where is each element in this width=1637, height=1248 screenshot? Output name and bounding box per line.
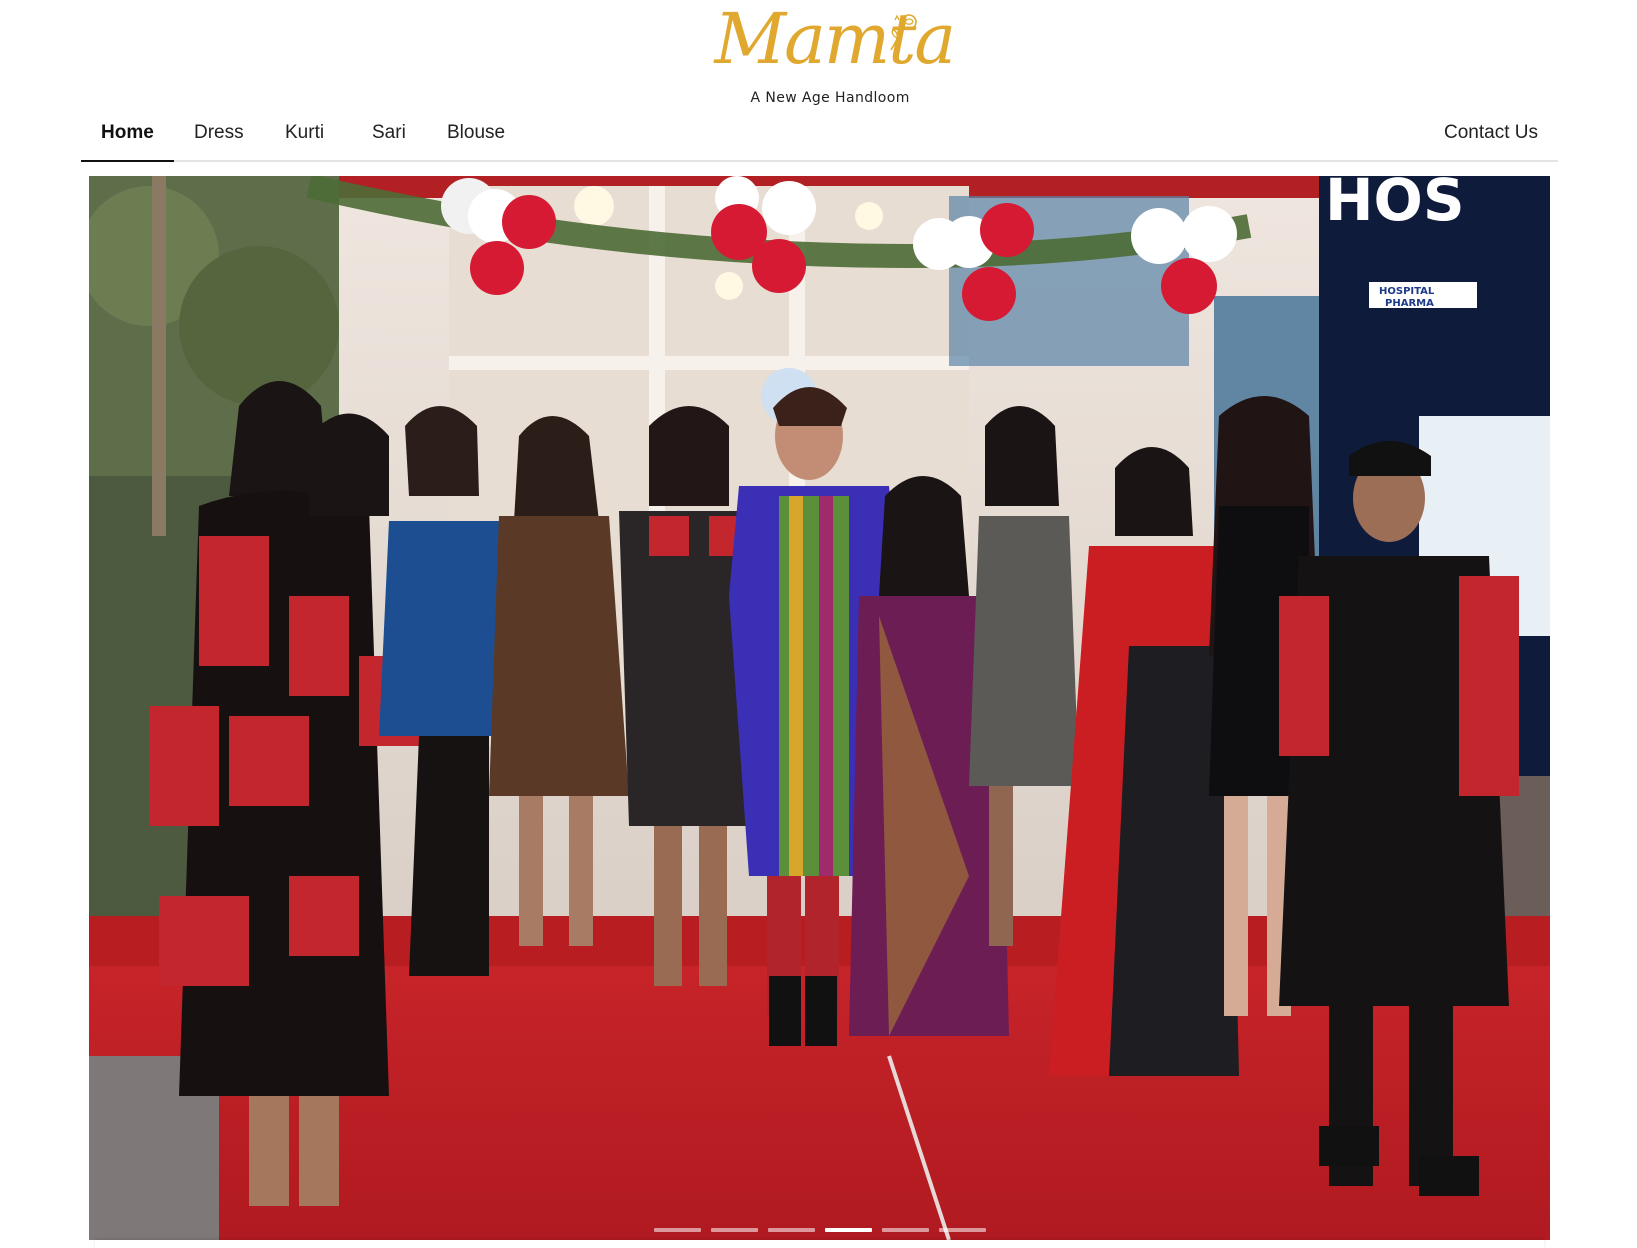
nav-item-dress[interactable]: Dress	[194, 116, 244, 160]
carousel-dot-3[interactable]	[767, 1228, 815, 1232]
carousel-dot-6[interactable]	[938, 1228, 986, 1232]
carousel-dot-2[interactable]	[710, 1228, 758, 1232]
hero-carousel[interactable]: HOS HOSPITAL PHARMA	[89, 176, 1550, 1240]
carousel-dot-4[interactable]	[824, 1228, 872, 1232]
sign-pharma: PHARMA	[1385, 298, 1434, 309]
active-tab-indicator	[81, 160, 174, 162]
brand-logo[interactable]: Mamta A New Age Handloom	[709, 4, 957, 110]
logo-tagline: A New Age Handloom	[750, 90, 910, 106]
page: Mamta A New Age Handloom Home Dress Kurt…	[0, 0, 1637, 1248]
nav-item-sari[interactable]: Sari	[372, 116, 406, 160]
nav-item-kurti[interactable]: Kurti	[285, 116, 324, 160]
rose-icon	[889, 14, 917, 51]
carousel-dot-5[interactable]	[881, 1228, 929, 1232]
header: Mamta A New Age Handloom	[0, 4, 1637, 110]
main-nav: Home Dress Kurti Sari Blouse Contact Us	[81, 116, 1558, 162]
carousel-indicators	[89, 1228, 1550, 1232]
sign-hos: HOS	[1325, 176, 1465, 234]
hero-photo: HOS HOSPITAL PHARMA	[89, 176, 1550, 1240]
nav-item-contact-us[interactable]: Contact Us	[1444, 116, 1538, 160]
carousel-dot-1[interactable]	[653, 1228, 701, 1232]
content-card-edge	[95, 1240, 1544, 1248]
nav-item-home[interactable]: Home	[101, 116, 154, 160]
nav-item-blouse[interactable]: Blouse	[447, 116, 505, 160]
sign-hospital: HOSPITAL	[1379, 286, 1435, 297]
